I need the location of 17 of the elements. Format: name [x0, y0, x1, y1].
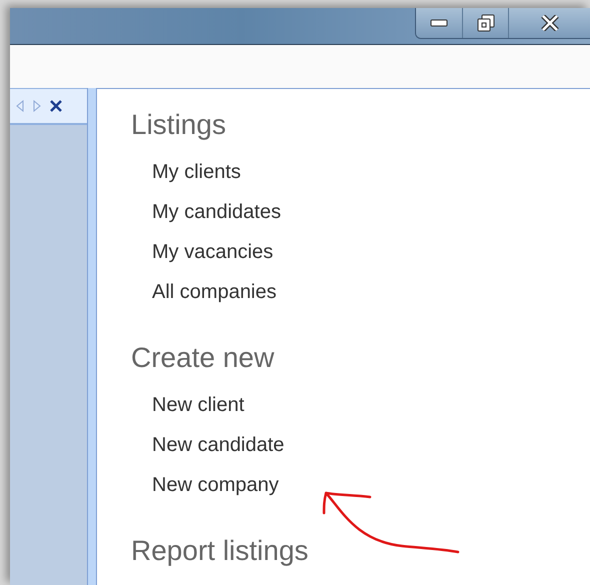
section-heading: Create new: [131, 341, 274, 375]
section-heading: Listings: [131, 108, 226, 142]
close-button[interactable]: [508, 8, 590, 38]
nav-link[interactable]: New company: [152, 465, 279, 505]
nav-link[interactable]: New client: [152, 385, 244, 425]
nav-link[interactable]: All companies: [152, 272, 277, 312]
close-icon[interactable]: [50, 100, 62, 112]
restore-icon: [476, 14, 494, 32]
nav-link[interactable]: My clients: [152, 152, 241, 192]
restore-button[interactable]: [462, 8, 508, 38]
nav-link[interactable]: My vacancies: [152, 232, 274, 272]
nav-link[interactable]: My candidates: [152, 192, 281, 232]
minimize-button[interactable]: [416, 8, 462, 38]
close-icon: [540, 15, 560, 31]
nav-link[interactable]: New candidate: [152, 425, 284, 465]
minimize-icon: [430, 19, 448, 27]
section-heading: Report listings: [131, 534, 308, 568]
